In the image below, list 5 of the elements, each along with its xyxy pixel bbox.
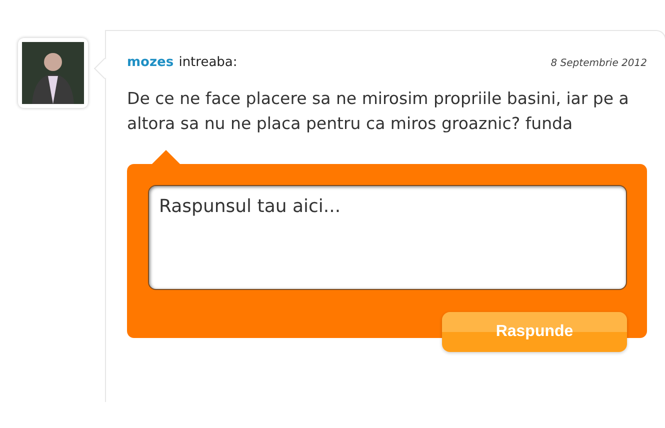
question-text: De ce ne face placere sa ne mirosim propriile basini, iar pe a altora sa nu ne placa pentru ca miros groaznic? funda [127, 88, 630, 135]
answer-field[interactable]: Raspunsul tau aici... [148, 185, 627, 290]
author-link[interactable]: mozes [127, 55, 174, 70]
question-date: 8 Septembrie 2012 [550, 58, 647, 69]
asks-label: intreaba: [178, 55, 238, 70]
